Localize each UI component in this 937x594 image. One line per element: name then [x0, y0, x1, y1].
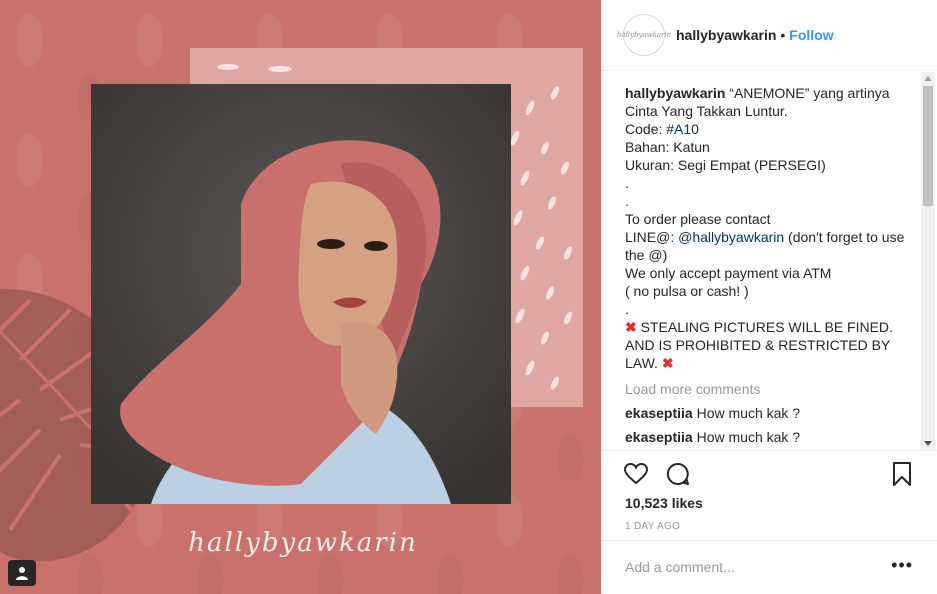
heart-icon[interactable]: [623, 461, 649, 487]
cross-mark-icon: ✖: [625, 319, 637, 335]
follow-button[interactable]: Follow: [789, 27, 833, 43]
bookmark-icon[interactable]: [889, 461, 915, 487]
scrollbar-thumb[interactable]: [923, 86, 933, 206]
tagged-people-button[interactable]: [8, 560, 36, 586]
hashtag-link[interactable]: #A10: [666, 121, 699, 137]
caption-code-line: Code: #A10: [625, 120, 919, 138]
caption-no-pulsa: ( no pulsa or cash! ): [625, 283, 749, 299]
caption-line-1: “ANEMONE” yang artinya: [729, 85, 890, 101]
avatar-logo-text: hallybyawkarin: [616, 31, 672, 39]
caption-line-contact: LINE@: @hallybyawkarin (don't forget to …: [625, 228, 919, 264]
caption-username-link[interactable]: hallybyawkarin: [625, 85, 725, 101]
post-timestamp[interactable]: 1 DAY AGO: [625, 521, 680, 532]
caption-line-prefix: LINE@:: [625, 229, 679, 245]
caption-order: To order please contact: [625, 211, 771, 227]
likes-count[interactable]: 10,523 likes: [625, 495, 703, 511]
post-actions: 10,523 likes 1 DAY AGO: [601, 450, 937, 540]
brand-signature: hallybyawkarin: [188, 528, 418, 558]
mention-link[interactable]: @hallybyawkarin: [678, 229, 784, 245]
comments-scrollbar[interactable]: [921, 72, 935, 450]
caption-dot-2: .: [625, 193, 629, 209]
load-more-comments-link[interactable]: Load more comments: [625, 380, 919, 398]
post-media[interactable]: hallybyawkarin: [0, 0, 601, 594]
post-header: hallybyawkarin hallybyawkarin • Follow: [601, 0, 937, 71]
post-sidebar: hallybyawkarin hallybyawkarin • Follow h…: [601, 0, 937, 594]
add-comment-input[interactable]: Add a comment...: [625, 559, 735, 575]
scroll-down-arrow-icon[interactable]: [924, 441, 932, 446]
comment-item: ekaseptiia How much kak ?: [625, 428, 919, 446]
comment-username-link[interactable]: ekaseptiia: [625, 405, 693, 421]
comments-list[interactable]: hallybyawkarin “ANEMONE” yang artinya Ci…: [625, 84, 919, 450]
caption-code-prefix: Code:: [625, 121, 667, 137]
model-photo: [91, 84, 511, 504]
avatar[interactable]: hallybyawkarin: [617, 14, 671, 56]
caption-dot-1: .: [625, 175, 629, 191]
more-options-button[interactable]: •••: [891, 555, 913, 576]
caption-line-2: Cinta Yang Takkan Luntur.: [625, 103, 788, 119]
caption-bahan: Bahan: Katun: [625, 139, 710, 155]
caption: hallybyawkarin “ANEMONE” yang artinya: [625, 84, 919, 102]
scroll-up-arrow-icon[interactable]: [924, 76, 932, 81]
cross-mark-icon: ✖: [661, 355, 674, 371]
comment-text: How much kak ?: [696, 405, 801, 421]
caption-ukuran: Ukuran: Segi Empat (PERSEGI): [625, 157, 826, 173]
comment-icon[interactable]: [665, 461, 691, 487]
caption-payment: We only accept payment via ATM: [625, 265, 832, 281]
header-username-link[interactable]: hallybyawkarin: [676, 27, 776, 43]
comment-username-link[interactable]: ekaseptiia: [625, 429, 693, 445]
add-comment-bar: Add a comment... •••: [601, 540, 937, 594]
caption-warning: ✖ STEALING PICTURES WILL BE FINED. AND I…: [625, 318, 919, 372]
caption-dot-3: .: [625, 301, 629, 317]
comment-text: How much kak ?: [696, 429, 801, 445]
comment-item: ekaseptiia How much kak ?: [625, 404, 919, 422]
user-icon: [16, 567, 28, 580]
header-separator: •: [780, 27, 786, 43]
